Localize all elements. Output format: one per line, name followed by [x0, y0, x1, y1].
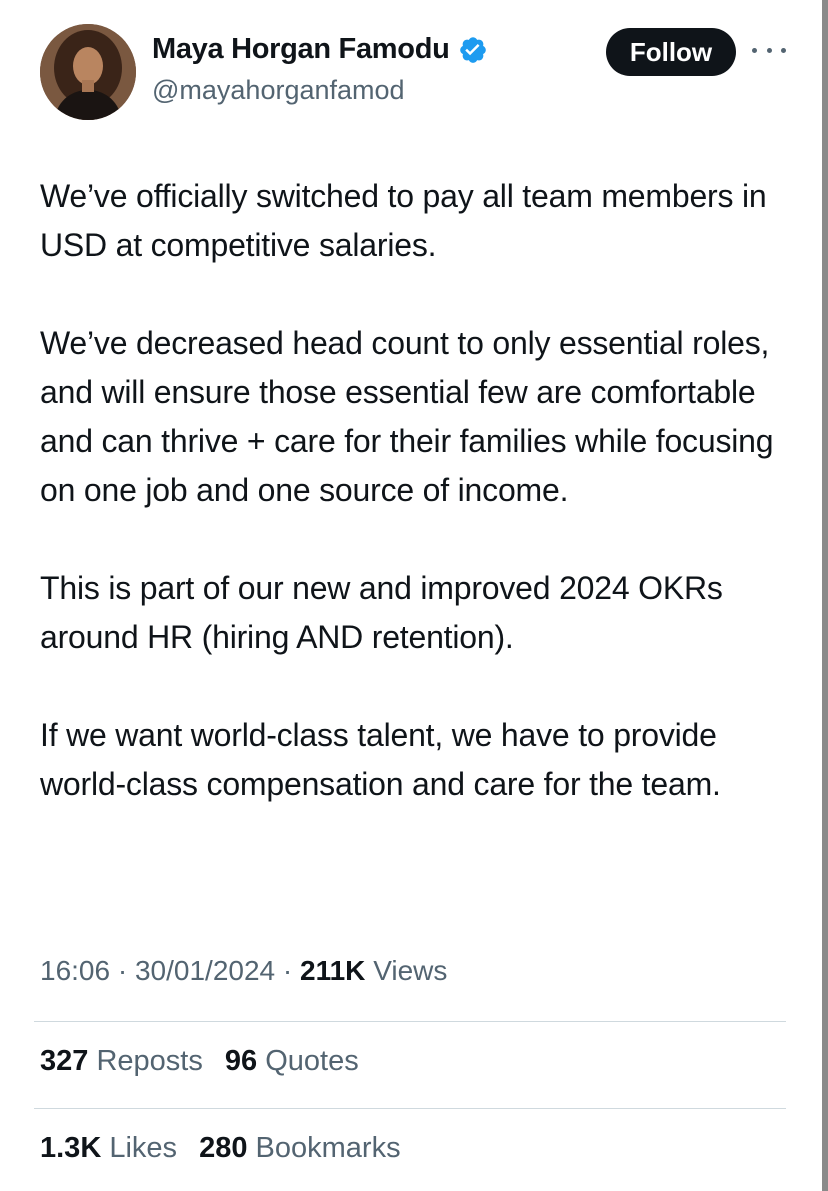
tweet-time[interactable]: 16:06: [40, 955, 110, 986]
verified-badge-icon: [458, 35, 488, 65]
likes-stat[interactable]: 1.3K Likes: [40, 1132, 185, 1164]
likes-label: Likes: [109, 1132, 178, 1164]
tweet-paragraph: We’ve officially switched to pay all tea…: [40, 178, 767, 263]
reposts-stat[interactable]: 327 Reposts: [40, 1045, 211, 1077]
likes-count: 1.3K: [40, 1132, 102, 1164]
tweet-paragraph: This is part of our new and improved 202…: [40, 570, 723, 655]
quotes-count: 96: [224, 1045, 258, 1077]
avatar[interactable]: [40, 24, 136, 120]
tweet-text: We’ve officially switched to pay all tea…: [40, 172, 800, 809]
reposts-label: Reposts: [96, 1045, 203, 1077]
follow-button[interactable]: Follow: [606, 28, 736, 76]
engagement-row-2: 1.3K Likes 280 Bookmarks: [40, 1132, 415, 1165]
bookmarks-label: Bookmarks: [255, 1132, 401, 1164]
display-name-text[interactable]: Maya Horgan Famodu: [152, 33, 450, 66]
divider: [34, 1021, 786, 1022]
quotes-stat[interactable]: 96 Quotes: [225, 1045, 359, 1077]
meta-separator: ·: [117, 955, 128, 986]
divider: [34, 1108, 786, 1109]
tweet-date[interactable]: 30/01/2024: [135, 955, 275, 986]
dot: [766, 47, 772, 53]
avatar-image: [40, 24, 136, 120]
tweet-meta: 16:06 · 30/01/2024 · 211K Views: [40, 955, 447, 987]
dot: [752, 47, 757, 53]
tweet-paragraph: If we want world-class talent, we have t…: [40, 717, 721, 802]
bookmarks-stat[interactable]: 280 Bookmarks: [199, 1132, 401, 1164]
screen-edge: [822, 0, 828, 1191]
reposts-count: 327: [40, 1045, 89, 1077]
meta-separator: ·: [282, 955, 293, 986]
author-display-name[interactable]: Maya Horgan Famodu: [152, 33, 488, 66]
engagement-row-1: 327 Reposts 96 Quotes: [40, 1045, 373, 1078]
views-count: 211K: [300, 955, 366, 986]
author-handle[interactable]: @mayahorganfamod: [152, 75, 405, 106]
views-label: Views: [373, 955, 448, 986]
tweet-paragraph: We’ve decreased head count to only essen…: [40, 325, 774, 508]
bookmarks-count: 280: [199, 1132, 248, 1164]
quotes-label: Quotes: [265, 1045, 359, 1077]
more-options-icon[interactable]: [752, 38, 786, 62]
dot: [781, 47, 786, 53]
